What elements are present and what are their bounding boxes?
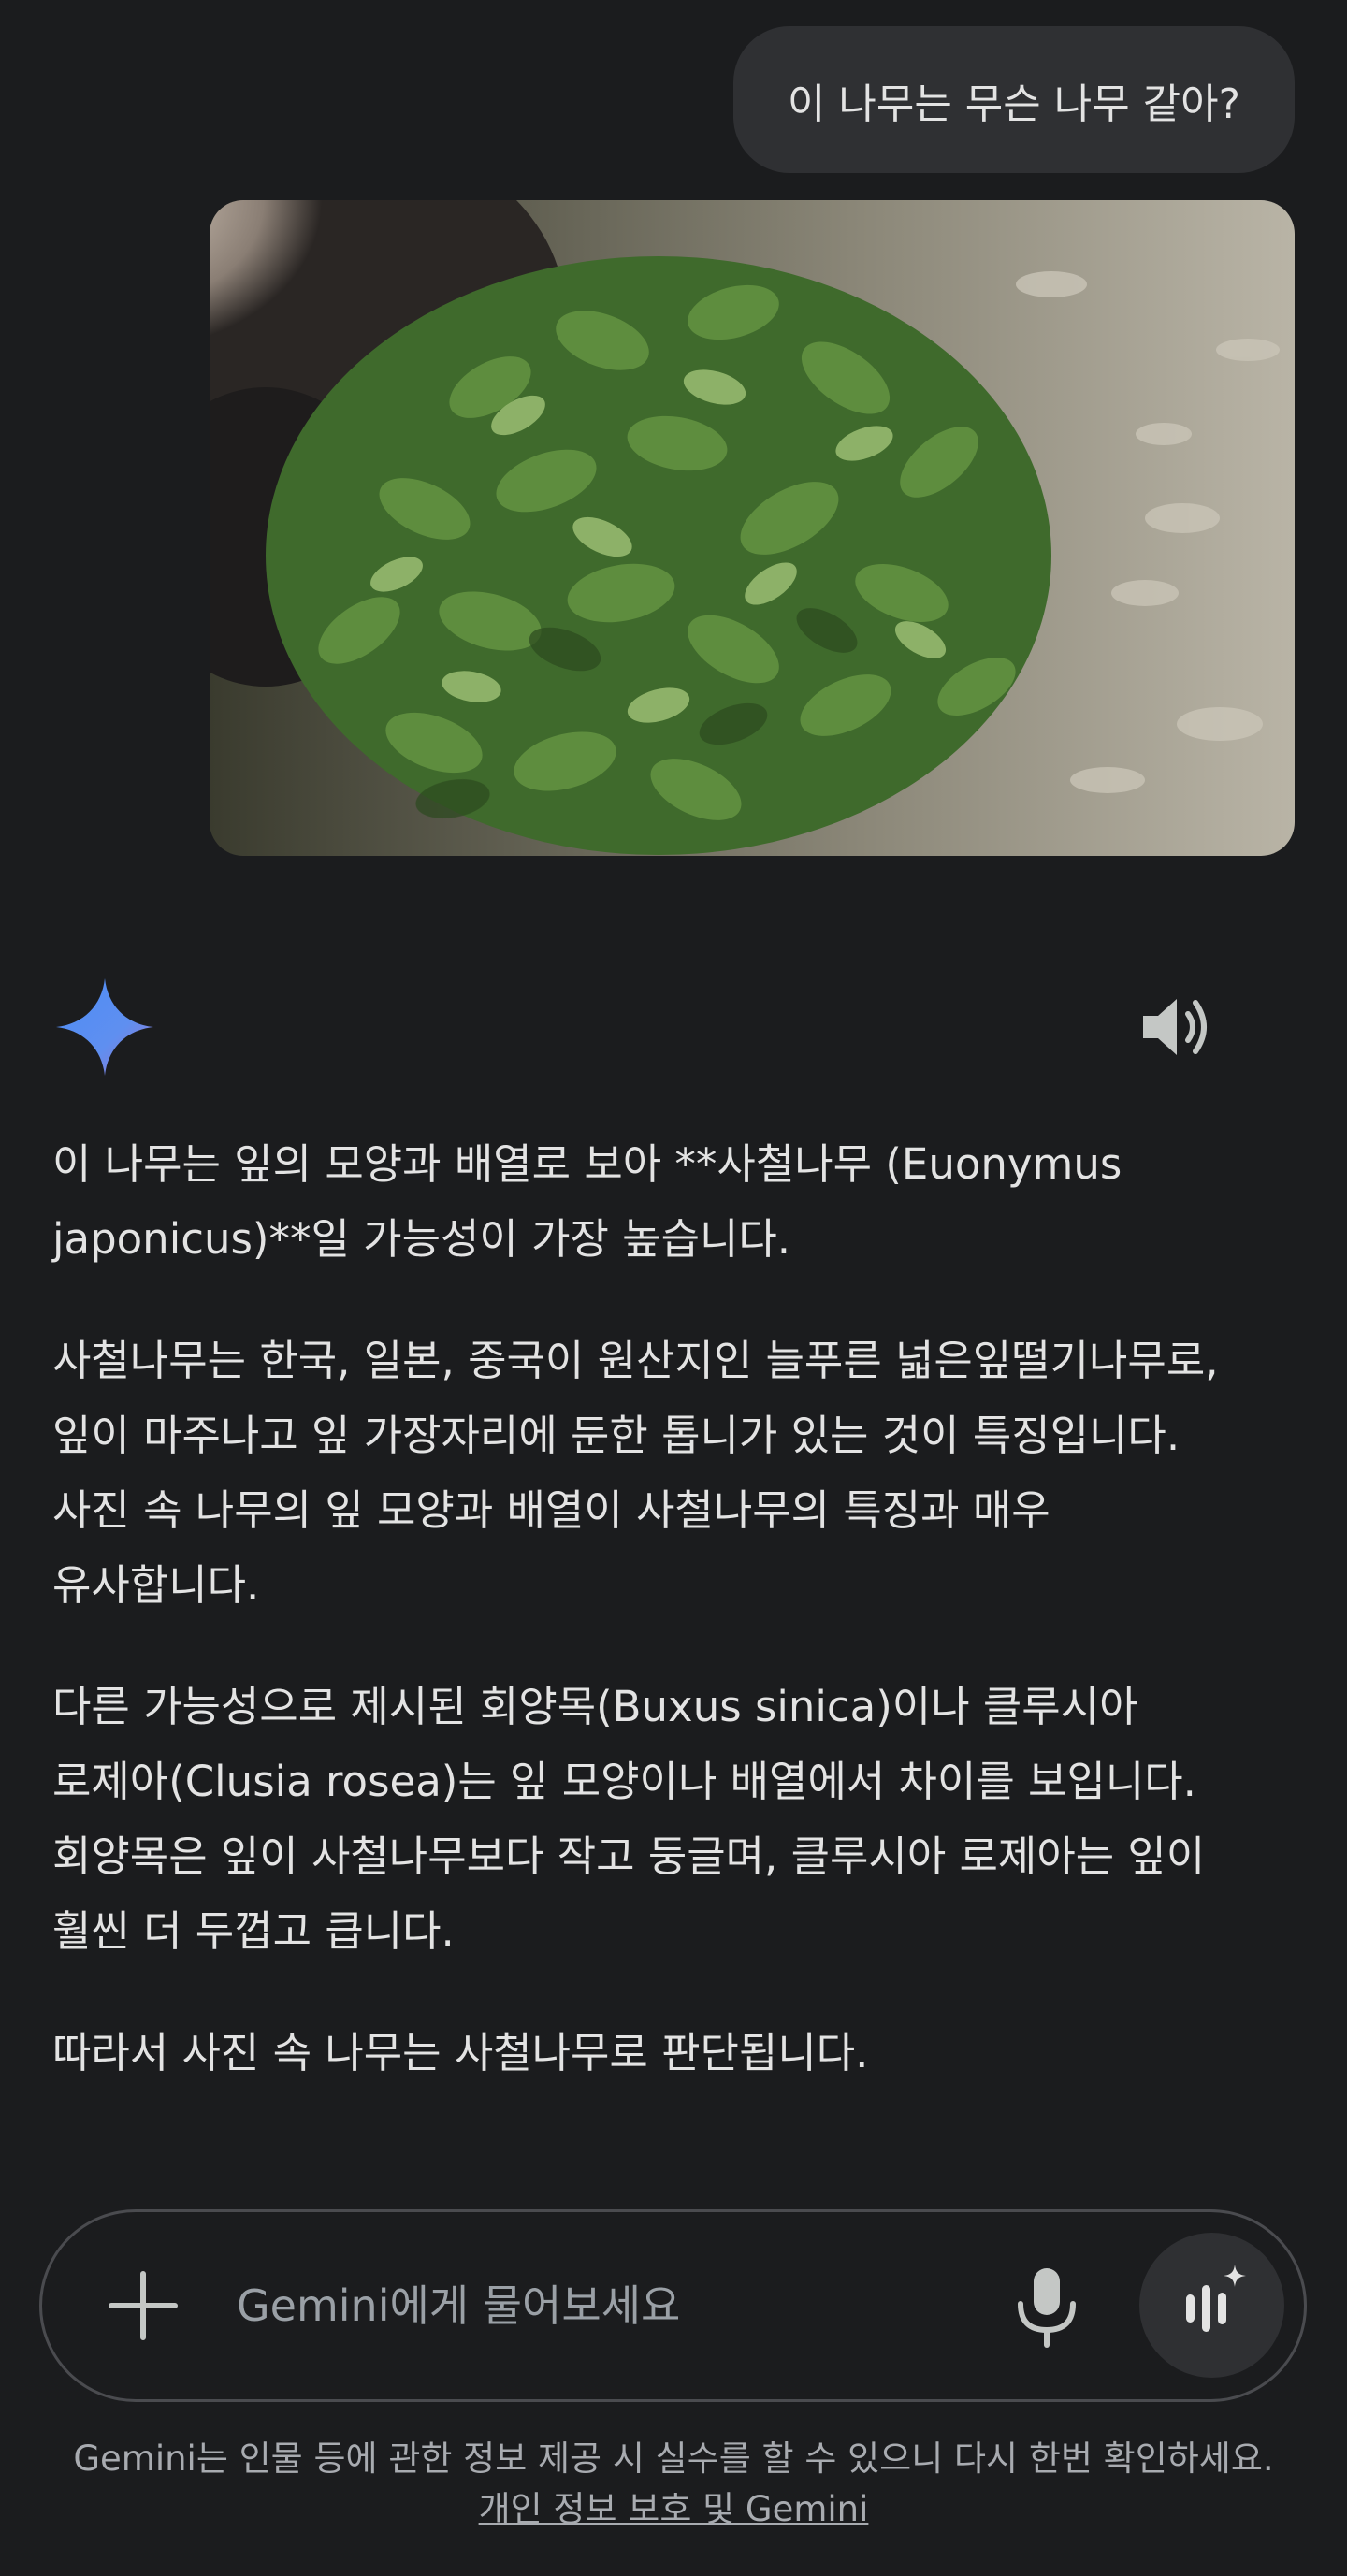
- privacy-link[interactable]: 개인 정보 보호 및 Gemini: [479, 2489, 869, 2529]
- uploaded-plant-photo[interactable]: [210, 200, 1295, 856]
- microphone-icon[interactable]: [1009, 2265, 1084, 2349]
- plus-icon[interactable]: [104, 2266, 182, 2345]
- response-paragraph-4: 따라서 사진 속 나무는 사철나무로 판단됩니다.: [52, 2028, 869, 2077]
- response-paragraph-2: 사철나무는 한국, 일본, 중국이 원산지인 늘푸른 넓은잎떨기나무로, 잎이 …: [52, 1336, 1219, 1610]
- plant-photo-image: [210, 200, 1295, 856]
- response-paragraph-3: 다른 가능성으로 제시된 회양목(Buxus sinica)이나 클루시아 로제…: [52, 1682, 1206, 1956]
- response-paragraph-1: 이 나무는 잎의 모양과 배열로 보아 **사철나무 (Euonymus jap…: [52, 1139, 1122, 1264]
- privacy-link-wrapper: 개인 정보 보호 및 Gemini: [0, 2484, 1347, 2535]
- prompt-input[interactable]: Gemini에게 물어보세요: [237, 2212, 985, 2399]
- gemini-spark-icon: [56, 978, 153, 1076]
- user-prompt-bubble: 이 나무는 무슨 나무 같아?: [732, 26, 1295, 173]
- gemini-response: 이 나무는 잎의 모양과 배열로 보아 **사철나무 (Euonymus jap…: [52, 1127, 1296, 2137]
- gemini-live-icon[interactable]: [1139, 2233, 1284, 2378]
- user-prompt-text: 이 나무는 무슨 나무 같아?: [787, 80, 1240, 128]
- prompt-input-bar: Gemini에게 물어보세요: [39, 2209, 1307, 2402]
- speaker-icon[interactable]: [1139, 993, 1214, 1061]
- disclaimer-text: Gemini는 인물 등에 관한 정보 제공 시 실수를 할 수 있으니 다시 …: [73, 2439, 1274, 2479]
